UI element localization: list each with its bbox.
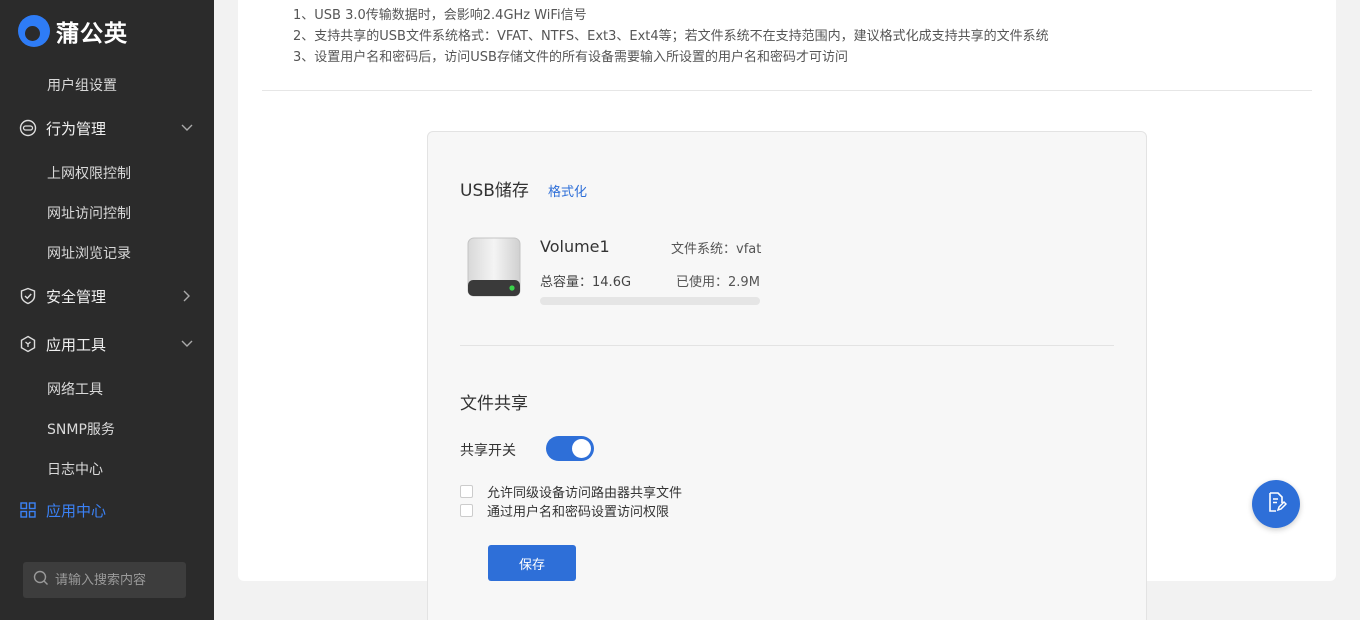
sidebar-item-log-center[interactable]: 日志中心 [47,459,103,479]
format-link[interactable]: 格式化 [548,181,587,200]
file-system-value: vfat [736,242,762,257]
file-system-label: 文件系统： [671,242,737,257]
search-icon [33,570,49,590]
search-input[interactable] [55,572,175,588]
used-space-label: 已使用： [676,275,729,290]
behavior-icon [18,118,38,138]
file-sharing-title: 文件共享 [460,394,528,414]
usb-notes: 1、USB 3.0传输数据时，会影响2.4GHz WiFi信号 2、支持共享的U… [293,5,1049,68]
sidebar-item-internet-access-control[interactable]: 上网权限控制 [47,163,131,183]
used-space: 已使用：2.9M [676,271,760,290]
sidebar-search [23,562,186,598]
sidebar-item-user-group-settings[interactable]: 用户组设置 [47,75,117,95]
file-system: 文件系统：vfat [671,238,761,257]
total-capacity-label: 总容量： [540,275,593,290]
sidebar-group-app-tools[interactable]: 应用工具 [18,332,194,356]
total-capacity-value: 14.6G [592,275,632,290]
sidebar-item-url-browsing-history[interactable]: 网址浏览记录 [47,243,131,263]
share-toggle-label: 共享开关 [460,443,516,459]
share-toggle[interactable] [546,436,594,461]
sidebar-item-app-center[interactable]: 应用中心 [18,498,194,522]
usb-card: USB储存 格式化 Volume1 文件系统：vfat 总容量：14.6G 已使… [427,131,1147,620]
document-edit-icon [1265,491,1288,517]
volume-name: Volume1 [540,237,610,256]
shield-icon [18,286,38,306]
sidebar-group-behavior-management[interactable]: 行为管理 [18,116,194,140]
sidebar-item-network-tools[interactable]: 网络工具 [47,379,103,399]
option-password-access: 通过用户名和密码设置访问权限 [460,501,669,520]
note-line: 2、支持共享的USB文件系统格式：VFAT、NTFS、Ext3、Ext4等；若文… [293,29,1049,44]
used-space-value: 2.9M [728,275,760,290]
grid-icon [18,500,38,520]
option-label: 允许同级设备访问路由器共享文件 [487,486,683,501]
brand-name: 蒲公英 [56,21,128,47]
sidebar: 蒲公英 用户组设置 行为管理 上网权限控制 网址访问控制 网址浏览记录 安全管理… [0,0,214,620]
save-button[interactable]: 保存 [488,545,576,581]
divider [460,345,1114,346]
feedback-fab[interactable] [1252,480,1300,528]
chevron-down-icon [180,121,194,135]
total-capacity: 总容量：14.6G [540,271,631,290]
tools-icon [18,334,38,354]
password-access-checkbox[interactable] [460,504,473,517]
toggle-knob [572,439,591,458]
option-allow-peer-access: 允许同级设备访问路由器共享文件 [460,482,682,501]
allow-peer-access-checkbox[interactable] [460,485,473,498]
note-line: 3、设置用户名和密码后，访问USB存储文件的所有设备需要输入所设置的用户名和密码… [293,50,848,65]
usb-storage-title: USB储存 [460,181,529,201]
sidebar-group-security-management[interactable]: 安全管理 [18,284,194,308]
sidebar-item-url-access-control[interactable]: 网址访问控制 [47,203,131,223]
option-label: 通过用户名和密码设置访问权限 [487,505,670,520]
sidebar-group-label: 安全管理 [46,287,107,306]
chevron-right-icon [180,289,194,303]
usage-progress-bar [540,297,760,305]
divider [262,90,1312,91]
sidebar-group-label: 行为管理 [46,119,107,138]
dandelion-logo-icon [18,15,50,47]
brand-logo[interactable]: 蒲公英 [18,14,128,48]
note-line: 1、USB 3.0传输数据时，会影响2.4GHz WiFi信号 [293,8,587,23]
usb-disk-icon [466,236,522,300]
sidebar-group-label: 应用工具 [46,335,107,354]
sidebar-group-label: 应用中心 [46,501,107,520]
chevron-down-icon [180,337,194,351]
sidebar-item-snmp-service[interactable]: SNMP服务 [47,419,115,439]
